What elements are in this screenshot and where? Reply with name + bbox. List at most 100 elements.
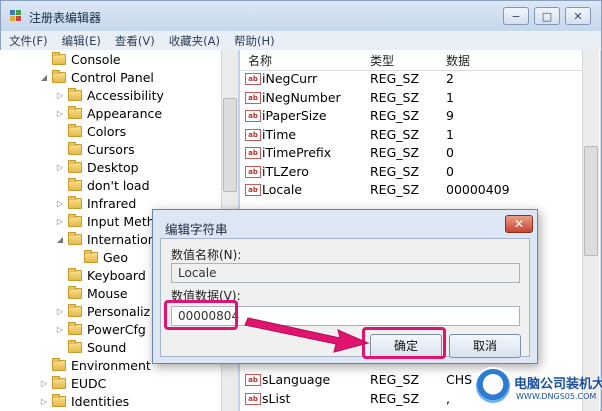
minimize-button[interactable]: − <box>503 7 529 25</box>
tree-node-label: Identities <box>71 394 130 409</box>
title-bar: 注册表编辑器 − □ ✕ <box>1 1 601 31</box>
column-data[interactable]: 数据 <box>446 52 470 69</box>
collapsed-arrow-icon[interactable] <box>40 51 48 69</box>
collapsed-arrow-icon[interactable] <box>56 123 64 141</box>
menu-help[interactable]: 帮助(H) <box>226 31 281 51</box>
tree-node[interactable]: Console <box>0 51 220 69</box>
folder-icon <box>52 52 66 65</box>
menu-favorites[interactable]: 收藏夹(A) <box>161 31 226 51</box>
collapsed-arrow-icon[interactable]: ▷ <box>56 87 64 105</box>
tree-node-label: Sound <box>87 340 127 355</box>
column-type[interactable]: 类型 <box>370 52 394 69</box>
folder-icon <box>84 250 98 263</box>
value-name: iTLZero <box>262 163 309 179</box>
column-name[interactable]: 名称 <box>248 52 272 69</box>
collapsed-arrow-icon[interactable]: ▷ <box>40 375 48 393</box>
value-row[interactable]: ab iTimePrefix REG_SZ 0 <box>240 144 582 162</box>
menu-view[interactable]: 查看(V) <box>107 31 161 51</box>
menu-file[interactable]: 文件(F) <box>1 31 54 51</box>
value-data: 1 <box>446 126 454 142</box>
value-type: REG_SZ <box>370 163 420 179</box>
folder-icon <box>68 304 82 317</box>
value-row[interactable]: ab iTLZero REG_SZ 0 <box>240 163 582 181</box>
collapsed-arrow-icon[interactable] <box>56 177 64 195</box>
tree-node[interactable]: Colors <box>0 123 220 141</box>
string-value-icon: ab <box>245 374 261 386</box>
collapsed-arrow-icon[interactable] <box>72 249 80 267</box>
tree-node[interactable]: ▷ Identities <box>0 393 220 411</box>
value-name: Locale <box>262 182 303 197</box>
maximize-button[interactable]: □ <box>534 7 560 25</box>
tree-node-label: Input Meth <box>87 214 155 229</box>
tree-node-label: Accessibility <box>87 88 164 103</box>
folder-icon <box>52 358 66 371</box>
string-value-icon: ab <box>245 128 261 141</box>
value-type: REG_SZ <box>370 372 420 387</box>
watermark-text: 电脑公司装机大师 <box>514 377 602 392</box>
value-row[interactable]: ab iNegCurr REG_SZ 2 <box>240 70 582 88</box>
menu-edit[interactable]: 编辑(E) <box>54 31 107 51</box>
folder-icon <box>68 232 82 245</box>
watermark: 电脑公司装机大师 WWW.DNGS05.COM <box>470 363 602 411</box>
close-button[interactable]: ✕ <box>565 7 591 25</box>
folder-icon <box>68 178 82 191</box>
value-name: iPaperSize <box>262 108 327 123</box>
string-value-icon: ab <box>245 73 261 85</box>
tree-scrollbar-thumb[interactable] <box>223 98 237 192</box>
folder-icon <box>68 88 82 101</box>
folder-icon <box>52 376 66 389</box>
expanded-arrow-icon[interactable]: ◢ <box>40 69 48 87</box>
tree-node-label: Console <box>71 52 121 67</box>
tree-node[interactable]: Cursors <box>0 141 220 159</box>
collapsed-arrow-icon[interactable]: ▷ <box>56 321 64 339</box>
expanded-arrow-icon[interactable]: ◢ <box>56 231 64 249</box>
value-name: iTime <box>262 126 297 142</box>
registry-editor-icon <box>10 10 21 21</box>
collapsed-arrow-icon[interactable] <box>56 339 64 357</box>
value-row[interactable]: ab iPaperSize REG_SZ 9 <box>240 107 582 125</box>
value-name: sList <box>262 390 291 406</box>
tree-node[interactable]: ◢ Control Panel <box>0 69 220 87</box>
tree-node[interactable]: ▷ Accessibility <box>0 87 220 105</box>
tree-node[interactable]: ▷ Desktop <box>0 159 220 177</box>
collapsed-arrow-icon[interactable] <box>40 357 48 375</box>
tree-node-label: Infrared <box>87 196 137 211</box>
value-type: REG_SZ <box>370 390 420 406</box>
string-value-icon: ab <box>245 184 261 196</box>
value-type: REG_SZ <box>370 108 420 123</box>
value-type: REG_SZ <box>370 71 420 86</box>
tree-node-label: Desktop <box>87 160 139 175</box>
string-value-icon: ab <box>245 147 261 159</box>
dialog-close-button[interactable]: ✕ <box>505 215 533 233</box>
list-header: 名称 类型 数据 <box>240 50 582 71</box>
value-row[interactable]: ab iTime REG_SZ 1 <box>240 126 582 144</box>
collapsed-arrow-icon[interactable]: ▷ <box>56 195 64 213</box>
tree-node-label: EUDC <box>71 376 107 391</box>
folder-icon <box>68 196 82 209</box>
collapsed-arrow-icon[interactable]: ▷ <box>40 393 48 411</box>
value-type: REG_SZ <box>370 182 420 197</box>
tree-node-label: Internation <box>87 232 156 247</box>
tree-node[interactable]: ▷ Appearance <box>0 105 220 123</box>
collapsed-arrow-icon[interactable]: ▷ <box>56 303 64 321</box>
value-type: REG_SZ <box>370 89 420 105</box>
value-data: 9 <box>446 108 454 123</box>
tree-node[interactable]: ▷ EUDC <box>0 375 220 393</box>
cancel-button[interactable]: 取消 <box>449 334 521 358</box>
collapsed-arrow-icon[interactable] <box>56 267 64 285</box>
value-data: 0 <box>446 163 454 179</box>
watermark-logo-icon <box>474 367 512 405</box>
value-row[interactable]: ab Locale REG_SZ 00000409 <box>240 181 582 199</box>
collapsed-arrow-icon[interactable]: ▷ <box>56 159 64 177</box>
list-scrollbar-thumb[interactable] <box>584 146 598 256</box>
collapsed-arrow-icon[interactable]: ▷ <box>56 213 64 231</box>
tree-node-label: Appearance <box>87 106 163 121</box>
tree-node-label: Colors <box>87 124 127 139</box>
value-name-label: 数值名称(N): <box>171 248 242 262</box>
collapsed-arrow-icon[interactable]: ▷ <box>56 105 64 123</box>
tree-node[interactable]: don't load <box>0 177 220 195</box>
collapsed-arrow-icon[interactable] <box>56 285 64 303</box>
collapsed-arrow-icon[interactable] <box>56 141 64 159</box>
value-row[interactable]: ab iNegNumber REG_SZ 1 <box>240 89 582 107</box>
folder-icon <box>68 124 82 137</box>
